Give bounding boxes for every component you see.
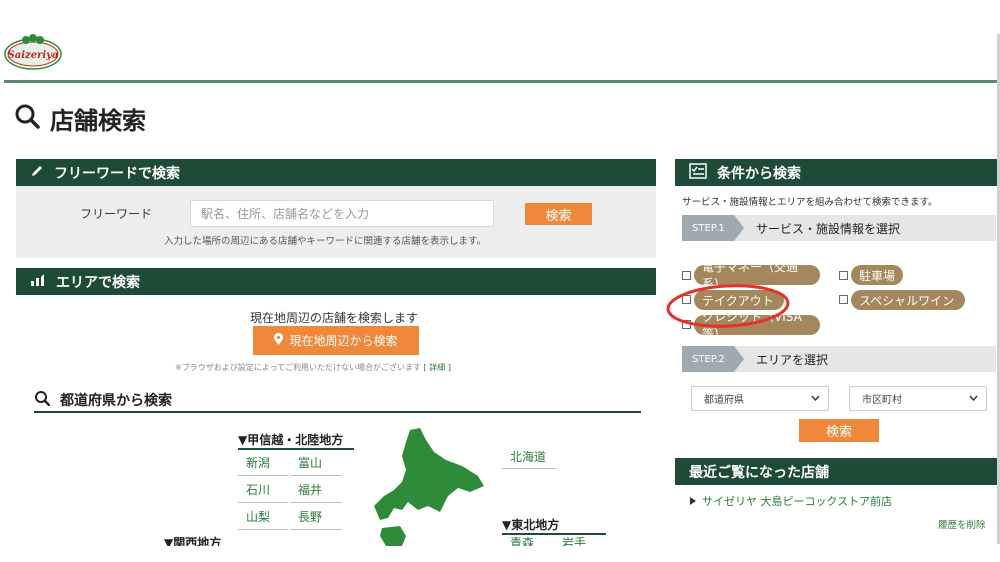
pref-link[interactable]: 新潟 (238, 449, 288, 476)
checkbox[interactable] (839, 295, 848, 304)
area-section-header: エリアで検索 (16, 268, 656, 295)
browser-note: ※ブラウザおよび設定によってご利用いただけない場合がございます [ 詳細 ] (175, 363, 451, 372)
map-pin-icon (30, 273, 46, 291)
caret-right-icon (690, 495, 696, 508)
region-heading-kansai: ▼関西地方 (164, 536, 222, 546)
step1-text: サービス・施設情報を選択 (756, 221, 901, 236)
chevron-down-icon (811, 393, 820, 404)
freeword-label: フリーワード (80, 207, 153, 221)
pref-link[interactable]: 福井 (290, 476, 342, 503)
search-icon (34, 390, 51, 410)
location-pin-icon (274, 333, 284, 348)
pref-link[interactable]: 石川 (238, 476, 288, 503)
step2-text: エリアを選択 (756, 352, 829, 367)
chevron-down-icon (969, 393, 978, 404)
nearby-text: 現在地周辺の店舗を検索します (250, 311, 419, 325)
tag-takeout[interactable]: テイクアウト (694, 290, 784, 310)
freeword-input[interactable]: 駅名、住所、店舗名などを入力 (190, 200, 494, 227)
checkbox[interactable] (682, 271, 691, 280)
tag-parking[interactable]: 駐車場 (851, 265, 903, 285)
pref-link-hokkaido[interactable]: 北海道 (502, 445, 556, 469)
step1-badge: STEP.1 (682, 215, 744, 241)
recent-section-header: 最近ご覧になった店舗 (675, 458, 997, 485)
japan-map[interactable] (372, 426, 492, 546)
pencil-icon (30, 164, 44, 182)
city-select[interactable]: 市区町村 (849, 386, 987, 411)
search-icon (14, 103, 40, 133)
checkbox[interactable] (839, 271, 848, 280)
pref-link[interactable]: 青森 (502, 534, 552, 546)
header-divider (4, 80, 998, 83)
recent-store-item[interactable]: サイゼリヤ 大島ピーコックストア前店 (690, 493, 892, 509)
freeword-note: 入力した場所の周辺にある店舗やキーワードに関連する店舗を表示します。 (164, 236, 487, 247)
clear-history-link[interactable]: 履歴を削除 (938, 517, 986, 531)
conditions-section-header: 条件から検索 (675, 159, 997, 186)
checkbox[interactable] (682, 295, 691, 304)
page-title: 店舗検索 (14, 98, 146, 138)
saizeriya-logo[interactable]: Saizeriya (4, 34, 62, 70)
step2-bar: STEP.2 エリアを選択 (682, 346, 996, 372)
checkbox[interactable] (682, 320, 691, 329)
region-heading-tohoku: ▼東北地方 (502, 516, 606, 535)
pref-link[interactable]: 岩手 (554, 534, 606, 546)
pref-link[interactable]: 富山 (290, 449, 342, 476)
conditions-search-button[interactable]: 検索 (799, 419, 879, 442)
svg-text:Saizeriya: Saizeriya (8, 50, 59, 61)
checklist-icon (689, 162, 707, 183)
conditions-description: サービス・施設情報とエリアを組み合わせて検索できます。 (682, 197, 938, 208)
freeword-section-header: フリーワードで検索 (16, 159, 656, 186)
pref-link[interactable]: 長野 (290, 503, 342, 530)
page-title-text: 店舗検索 (50, 106, 146, 135)
nearby-search-button[interactable]: 現在地周辺から検索 (253, 326, 419, 355)
prefecture-search-heading: 都道府県から検索 (34, 388, 641, 413)
tag-special-wine[interactable]: スペシャルワイン (851, 290, 965, 310)
tag-credit[interactable]: クレジット（VISA等） (694, 310, 820, 341)
detail-link[interactable]: 詳細 (429, 363, 445, 372)
tag-e-money[interactable]: 電子マネー（交通系） (694, 260, 820, 291)
pref-link[interactable]: 山梨 (238, 503, 288, 530)
freeword-search-button[interactable]: 検索 (525, 203, 592, 225)
step2-badge: STEP.2 (682, 346, 744, 372)
recent-store-link[interactable]: サイゼリヤ 大島ピーコックストア前店 (702, 493, 892, 509)
step1-bar: STEP.1 サービス・施設情報を選択 (682, 215, 996, 241)
region-heading-koshinetsu: ▼甲信越・北陸地方 (238, 431, 354, 450)
prefecture-select[interactable]: 都道府県 (691, 386, 829, 411)
